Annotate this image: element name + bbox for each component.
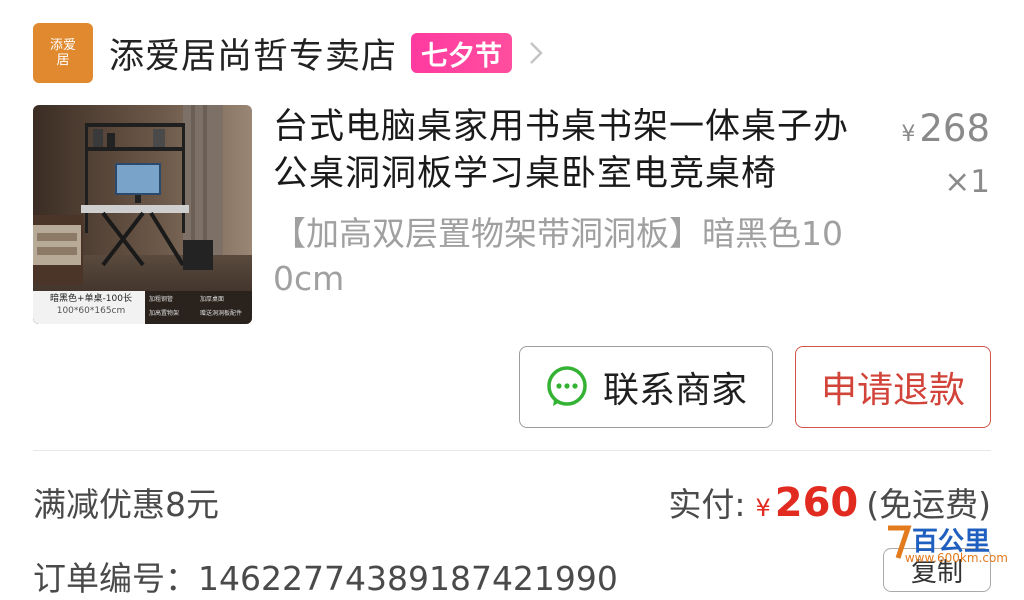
paid-amount: 260 (774, 480, 859, 526)
product-spec: 【加高双层置物架带洞洞板】暗黑色100cm (273, 214, 843, 298)
image-caption-size: 100*60*165cm (56, 306, 126, 316)
chevron-right-icon[interactable] (524, 41, 548, 65)
product-title[interactable]: 台式电脑桌家用书桌书架一体桌子办公桌洞洞板学习桌卧室电竞桌椅 (273, 104, 863, 198)
order-number-row: 订单编号：14622774389187421990 (33, 552, 618, 600)
contact-merchant-button[interactable]: 联系商家 (519, 346, 773, 428)
order-number-value: 14622774389187421990 (198, 559, 618, 598)
store-name[interactable]: 添爱居尚哲专卖店 (109, 28, 397, 79)
product-image[interactable]: 暗黑色+单桌-100长 100*60*165cm 加粗钢管 加厚桌面 加高置物架… (33, 105, 252, 324)
store-logo-text-bottom: 居 (56, 53, 70, 68)
unit-price: ¥268 (901, 104, 990, 160)
desk-photo (33, 105, 252, 324)
store-logo-text-top: 添爱 (49, 38, 76, 53)
paid-currency: ¥ (755, 494, 771, 522)
image-caption: 暗黑色+单桌-100长 100*60*165cm (37, 293, 145, 317)
image-caption-main: 暗黑色+单桌-100长 (50, 294, 132, 304)
discount-text: 满减优惠8元 (33, 485, 219, 524)
request-refund-button[interactable]: 申请退款 (795, 346, 991, 428)
watermark-url: www.600km.com (904, 551, 1008, 565)
contact-merchant-label: 联系商家 (602, 370, 747, 411)
image-feature: 加厚桌面 (200, 296, 225, 303)
price-currency: ¥ (901, 122, 916, 147)
image-features: 加粗钢管 加厚桌面 加高置物架 赠送洞洞板配件 (149, 293, 251, 321)
price-column: ¥268 ×1 (901, 104, 990, 204)
store-logo[interactable]: 添爱 居 (33, 23, 93, 83)
image-feature: 加高置物架 (149, 310, 180, 317)
image-feature: 赠送洞洞板配件 (200, 310, 243, 317)
image-feature: 加粗钢管 (149, 296, 174, 303)
quantity: ×1 (944, 164, 990, 200)
promo-badge: 七夕节 (411, 33, 513, 73)
divider (33, 450, 991, 451)
paid-label: 实付: (668, 485, 746, 524)
order-number-label: 订单编号： (33, 559, 198, 598)
store-header[interactable]: 添爱 居 添爱居尚哲专卖店 七夕节 (33, 22, 548, 84)
request-refund-label: 申请退款 (820, 370, 965, 411)
chat-icon (545, 365, 589, 409)
price-value: 268 (919, 107, 990, 150)
